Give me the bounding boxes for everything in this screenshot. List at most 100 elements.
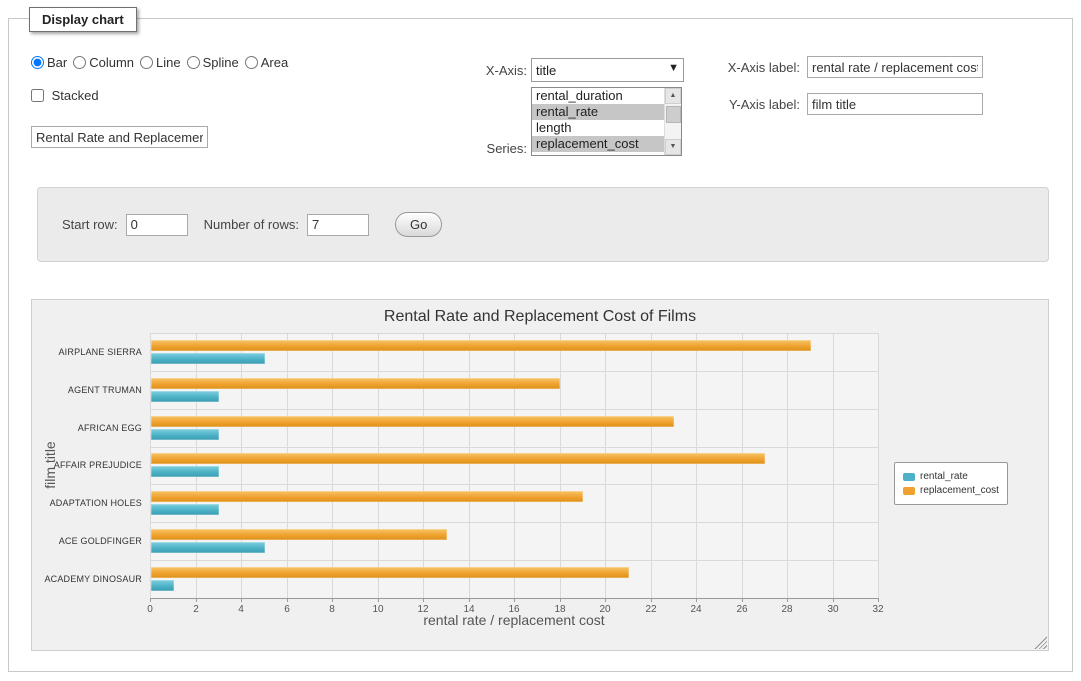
y-axis-label-input[interactable] — [807, 93, 983, 115]
bar-replacement_cost — [151, 378, 560, 389]
chart-type-label: Line — [156, 55, 181, 70]
bar-replacement_cost — [151, 491, 583, 502]
chart-type-radio-area[interactable] — [245, 56, 258, 69]
x-tick-label: 32 — [872, 604, 883, 615]
start-row-input[interactable] — [126, 214, 188, 236]
legend-swatch-replacement_cost — [903, 487, 915, 495]
x-tick-label: 22 — [645, 604, 656, 615]
category-label: ADAPTATION HOLES — [36, 498, 142, 508]
series-scrollbar[interactable]: ▲ ▼ — [664, 88, 681, 155]
x-tick-label: 2 — [193, 604, 199, 615]
gridline — [150, 371, 878, 372]
bar-replacement_cost — [151, 567, 629, 578]
series-option-length[interactable]: length — [532, 120, 664, 136]
series-option-rental_duration[interactable]: rental_duration — [532, 88, 664, 104]
x-tick-label: 10 — [372, 604, 383, 615]
x-axis-field-label: X-Axis: — [447, 63, 527, 78]
x-tick-label: 14 — [463, 604, 474, 615]
fieldset-legend: Display chart — [29, 7, 137, 32]
chart-type-radio-spline[interactable] — [187, 56, 200, 69]
category-label: AIRPLANE SIERRA — [36, 347, 142, 357]
bar-rental_rate — [151, 429, 219, 440]
chart-type-option-spline: Spline — [187, 55, 239, 70]
bar-rental_rate — [151, 353, 265, 364]
chart-panel: Rental Rate and Replacement Cost of Film… — [31, 299, 1049, 651]
series-options: rental_durationrental_ratelengthreplacem… — [532, 88, 664, 152]
gridline — [651, 333, 652, 598]
resize-handle[interactable] — [1034, 636, 1047, 649]
scroll-up-icon[interactable]: ▲ — [665, 88, 681, 104]
gridline — [332, 333, 333, 598]
gridline — [560, 333, 561, 598]
gridline — [150, 484, 878, 485]
x-tick-label: 26 — [736, 604, 747, 615]
number-of-rows-input[interactable] — [307, 214, 369, 236]
gridline — [150, 333, 878, 334]
x-tick-label: 20 — [599, 604, 610, 615]
stacked-checkbox[interactable] — [31, 89, 44, 102]
legend-item-rental_rate[interactable]: rental_rate — [903, 471, 999, 482]
chart-type-radio-column[interactable] — [73, 56, 86, 69]
x-axis-select[interactable]: title — [531, 58, 684, 82]
stacked-label: Stacked — [52, 88, 99, 103]
chart-title: Rental Rate and Replacement Cost of Film… — [32, 308, 1048, 326]
x-tick-label: 18 — [554, 604, 565, 615]
gridline — [742, 333, 743, 598]
bar-replacement_cost — [151, 340, 811, 351]
bar-replacement_cost — [151, 416, 674, 427]
gridline — [878, 333, 879, 598]
category-label: AFRICAN EGG — [36, 423, 142, 433]
series-listbox[interactable]: rental_durationrental_ratelengthreplacem… — [531, 87, 682, 156]
legend-label: replacement_cost — [920, 485, 999, 496]
chart-type-label: Area — [261, 55, 288, 70]
bar-rental_rate — [151, 391, 219, 402]
start-row-label: Start row: — [62, 217, 118, 232]
go-button[interactable]: Go — [395, 212, 442, 237]
x-tick-label: 6 — [284, 604, 290, 615]
y-axis-label-field-label: Y-Axis label: — [697, 97, 800, 112]
gridline — [150, 409, 878, 410]
gridline — [833, 333, 834, 598]
legend-item-replacement_cost[interactable]: replacement_cost — [903, 485, 999, 496]
legend-swatch-rental_rate — [903, 473, 915, 481]
bar-replacement_cost — [151, 529, 447, 540]
chart-type-option-line: Line — [140, 55, 181, 70]
x-axis-label-input[interactable] — [807, 56, 983, 78]
series-option-replacement_cost[interactable]: replacement_cost — [532, 136, 664, 152]
gridline — [787, 333, 788, 598]
gridline — [241, 333, 242, 598]
series-option-rental_rate[interactable]: rental_rate — [532, 104, 664, 120]
gridline — [378, 333, 379, 598]
x-tick-label: 0 — [147, 604, 153, 615]
chart-type-radio-group: Bar Column Line Spline Area — [31, 55, 294, 70]
gridline — [696, 333, 697, 598]
chart-title-input[interactable] — [31, 126, 208, 148]
category-label: ACADEMY DINOSAUR — [36, 574, 142, 584]
x-tick-label: 24 — [690, 604, 701, 615]
category-label: ACE GOLDFINGER — [36, 536, 142, 546]
scroll-down-icon[interactable]: ▼ — [665, 139, 681, 155]
bar-replacement_cost — [151, 453, 765, 464]
chart-type-radio-bar[interactable] — [31, 56, 44, 69]
gridline — [150, 447, 878, 448]
x-tick-label: 28 — [781, 604, 792, 615]
chart-type-option-column: Column — [73, 55, 134, 70]
x-axis-label-field-label: X-Axis label: — [697, 60, 800, 75]
stacked-option: Stacked — [31, 88, 99, 103]
chart-type-radio-line[interactable] — [140, 56, 153, 69]
gridline — [605, 333, 606, 598]
bar-rental_rate — [151, 542, 265, 553]
number-of-rows-label: Number of rows: — [204, 217, 299, 232]
chart-type-option-bar: Bar — [31, 55, 67, 70]
bar-rental_rate — [151, 580, 174, 591]
x-tick-label: 8 — [329, 604, 335, 615]
x-tick-label: 12 — [417, 604, 428, 615]
x-tick-label: 30 — [827, 604, 838, 615]
gridline — [423, 333, 424, 598]
bar-rental_rate — [151, 466, 219, 477]
gridline — [150, 560, 878, 561]
gridline — [469, 333, 470, 598]
scrollbar-thumb[interactable] — [666, 106, 681, 123]
x-tick-label: 16 — [508, 604, 519, 615]
category-label: AFFAIR PREJUDICE — [36, 460, 142, 470]
